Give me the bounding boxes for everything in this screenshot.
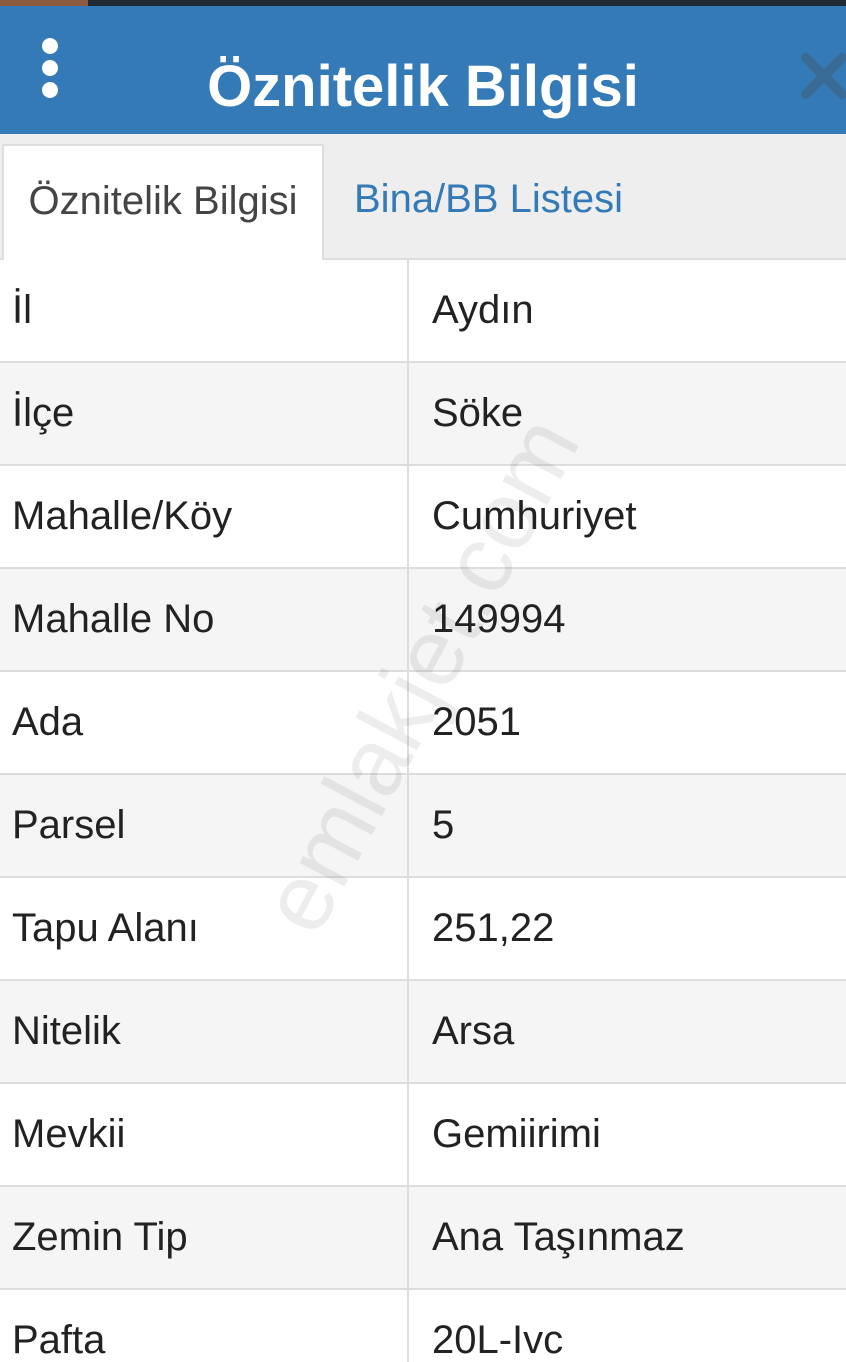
tab-attribute-info[interactable]: Öznitelik Bilgisi — [2, 144, 324, 260]
page: Öznitelik Bilgisi Öznitelik Bilgisi Bina… — [0, 0, 846, 1362]
attribute-label: Mahalle No — [12, 597, 215, 641]
attribute-value: Cumhuriyet — [432, 494, 637, 538]
column-divider — [407, 1187, 409, 1288]
attribute-label: İlçe — [12, 391, 75, 435]
attribute-label: Tapu Alanı — [12, 906, 199, 950]
attribute-value: Aydın — [432, 288, 534, 332]
attribute-value: Gemiirimi — [432, 1112, 601, 1156]
attribute-label: Mevkii — [12, 1112, 126, 1156]
attribute-label: Nitelik — [12, 1009, 121, 1053]
attribute-value: 2051 — [432, 700, 521, 744]
table-row: Pafta 20L-Ivc — [0, 1290, 846, 1362]
attribute-label: Pafta — [12, 1318, 106, 1362]
column-divider — [407, 466, 409, 567]
vertical-dots-icon[interactable] — [34, 38, 66, 102]
attribute-label: Mahalle/Köy — [12, 494, 233, 538]
column-divider — [407, 363, 409, 464]
column-divider — [407, 1084, 409, 1185]
table-row: Nitelik Arsa — [0, 981, 846, 1084]
attribute-value: Arsa — [432, 1009, 515, 1053]
attribute-label: İl — [12, 288, 32, 332]
table-row: İl Aydın — [0, 260, 846, 363]
attribute-value: 149994 — [432, 597, 566, 641]
attribute-label: Ada — [12, 700, 84, 744]
column-divider — [407, 569, 409, 670]
dialog-title: Öznitelik Bilgisi — [207, 54, 639, 119]
column-divider — [407, 1290, 409, 1362]
attribute-value: Ana Taşınmaz — [432, 1215, 685, 1259]
tab-bar: Öznitelik Bilgisi Bina/BB Listesi — [0, 134, 846, 260]
table-row: Mahalle No 149994 — [0, 569, 846, 672]
attribute-value: Söke — [432, 391, 524, 435]
attribute-table: İl Aydın İlçe Söke Mahalle/Köy Cumhuriye… — [0, 260, 846, 1362]
table-row: Tapu Alanı 251,22 — [0, 878, 846, 981]
table-row: Ada 2051 — [0, 672, 846, 775]
table-row: Parsel 5 — [0, 775, 846, 878]
attribute-value: 5 — [432, 803, 455, 847]
column-divider — [407, 260, 409, 361]
attribute-label: Zemin Tip — [12, 1215, 188, 1259]
attribute-value: 20L-Ivc — [432, 1318, 564, 1362]
table-row: Mahalle/Köy Cumhuriyet — [0, 466, 846, 569]
tab-building-list[interactable]: Bina/BB Listesi — [354, 144, 623, 260]
column-divider — [407, 981, 409, 1082]
column-divider — [407, 672, 409, 773]
column-divider — [407, 878, 409, 979]
attribute-label: Parsel — [12, 803, 126, 847]
dialog-header: Öznitelik Bilgisi — [0, 6, 846, 134]
table-row: Zemin Tip Ana Taşınmaz — [0, 1187, 846, 1290]
table-row: Mevkii Gemiirimi — [0, 1084, 846, 1187]
close-icon[interactable] — [798, 48, 846, 104]
attribute-value: 251,22 — [432, 906, 555, 950]
column-divider — [407, 775, 409, 876]
table-row: İlçe Söke — [0, 363, 846, 466]
